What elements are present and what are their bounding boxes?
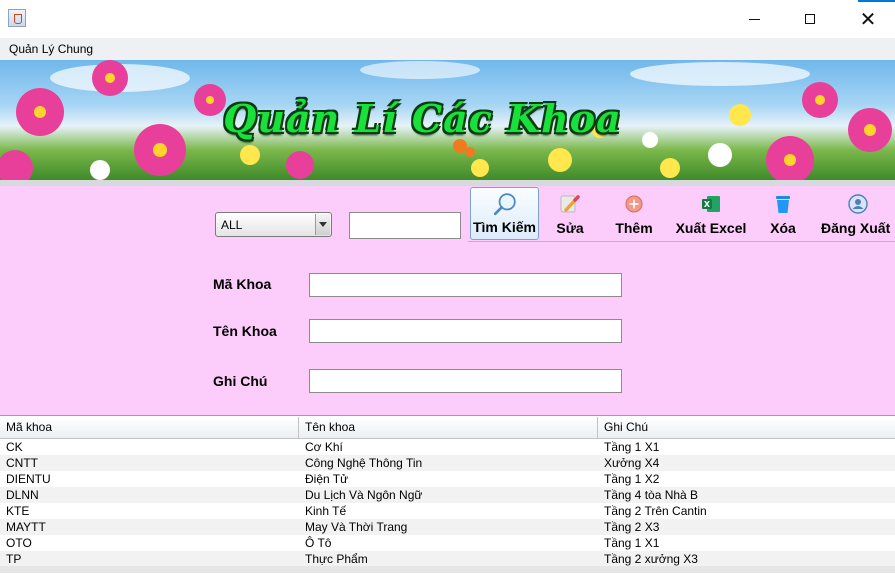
excel-icon: X	[702, 196, 720, 212]
export-excel-button[interactable]: X Xuất Excel	[671, 187, 751, 240]
note-field[interactable]	[309, 369, 622, 393]
cell-name: Cơ Khí	[305, 440, 343, 454]
cell-note: Tầng 4 tòa Nhà B	[604, 488, 699, 502]
edit-icon	[560, 195, 580, 213]
maximize-button[interactable]	[787, 0, 833, 38]
search-button[interactable]: Tìm Kiếm	[470, 187, 539, 240]
logout-button[interactable]: Đăng Xuất	[818, 187, 895, 240]
column-header-code[interactable]: Mã khoa	[0, 417, 299, 438]
minimize-button[interactable]	[731, 0, 777, 38]
cell-note: Tầng 2 Trên Cantin	[604, 504, 707, 518]
column-header-note[interactable]: Ghi Chú	[598, 417, 895, 438]
java-app-icon[interactable]	[8, 9, 26, 27]
name-field[interactable]	[309, 319, 622, 343]
cell-note: Tầng 2 X3	[604, 520, 660, 534]
cell-code: CNTT	[6, 456, 38, 470]
cell-code: DLNN	[6, 488, 39, 502]
cell-name: Điện Tử	[305, 472, 349, 486]
cell-name: Ô Tô	[305, 536, 332, 550]
table-row[interactable]: CK Cơ Khí Tầng 1 X1	[0, 439, 895, 455]
main-panel: ALL Tìm Kiếm Sửa Thêm X Xuất Excel Xóa Đ…	[0, 186, 895, 415]
close-button[interactable]: ✕	[845, 0, 891, 38]
cell-code: TP	[6, 552, 22, 566]
cell-name: Kinh Tế	[305, 504, 347, 518]
cell-code: MAYTT	[6, 520, 46, 534]
cell-code: KTE	[6, 504, 30, 518]
add-button[interactable]: Thêm	[608, 187, 660, 240]
chevron-down-icon[interactable]	[315, 214, 330, 235]
trash-icon	[776, 196, 790, 213]
table-row[interactable]: KTE Kinh Tế Tầng 2 Trên Cantin	[0, 503, 895, 519]
logout-button-label: Đăng Xuất	[821, 220, 891, 236]
column-header-name[interactable]: Tên khoa	[299, 417, 598, 438]
minimize-icon	[748, 18, 760, 20]
table-row[interactable]: OTO Ô Tô Tầng 1 X1	[0, 535, 895, 551]
edit-button[interactable]: Sửa	[546, 187, 594, 240]
cell-code: DIENTU	[6, 472, 51, 486]
cell-note: Tầng 1 X2	[604, 472, 660, 486]
menu-quan-ly-chung[interactable]: Quản Lý Chung	[9, 42, 93, 56]
cell-note: Xưởng X4	[604, 456, 660, 470]
banner-title: Quản Lí Các Khoa	[223, 96, 622, 141]
close-icon: ✕	[859, 7, 877, 31]
cell-note: Tầng 1 X1	[604, 440, 660, 454]
maximize-icon	[805, 14, 815, 24]
cell-code: OTO	[6, 536, 32, 550]
table-header: Mã khoa Tên khoa Ghi Chú	[0, 417, 895, 439]
cell-name: Du Lịch Và Ngôn Ngữ	[305, 488, 423, 502]
add-icon	[625, 195, 643, 213]
edit-button-label: Sửa	[556, 220, 584, 236]
cell-name: May Và Thời Trang	[305, 520, 408, 534]
table-row[interactable]: TP Thực Phẩm Tầng 2 xưởng X3	[0, 551, 895, 567]
svg-text:X: X	[704, 200, 711, 209]
user-icon	[848, 194, 868, 214]
menu-bar: Quản Lý Chung	[0, 38, 895, 60]
horizontal-scrollbar[interactable]	[0, 566, 895, 573]
name-label: Tên Khoa	[213, 323, 277, 339]
code-label: Mã Khoa	[213, 276, 272, 292]
export-excel-button-label: Xuất Excel	[675, 220, 747, 236]
table-row[interactable]: DIENTU Điện Tử Tầng 1 X2	[0, 471, 895, 487]
filter-dropdown-value: ALL	[221, 218, 243, 232]
delete-button[interactable]: Xóa	[763, 187, 803, 240]
table-row[interactable]: MAYTT May Và Thời Trang Tầng 2 X3	[0, 519, 895, 535]
department-table: Mã khoa Tên khoa Ghi Chú CK Cơ Khí Tầng …	[0, 415, 895, 574]
note-label: Ghi Chú	[213, 373, 268, 389]
cell-name: Thực Phẩm	[305, 552, 368, 566]
cell-note: Tầng 2 xưởng X3	[604, 552, 698, 566]
cell-note: Tầng 1 X1	[604, 536, 660, 550]
table-row[interactable]: DLNN Du Lịch Và Ngôn Ngữ Tầng 4 tòa Nhà …	[0, 487, 895, 503]
filter-dropdown[interactable]: ALL	[215, 212, 332, 237]
add-button-label: Thêm	[615, 220, 653, 236]
toolbar: Tìm Kiếm Sửa Thêm X Xuất Excel Xóa Đăng …	[468, 187, 895, 242]
code-field[interactable]	[309, 273, 622, 297]
delete-button-label: Xóa	[770, 220, 796, 236]
cell-name: Công Nghệ Thông Tin	[305, 456, 423, 470]
search-input[interactable]	[349, 212, 461, 239]
search-icon	[493, 193, 516, 216]
search-button-label: Tìm Kiếm	[472, 219, 536, 235]
cell-code: CK	[6, 440, 23, 454]
table-row[interactable]: CNTT Công Nghệ Thông Tin Xưởng X4	[0, 455, 895, 471]
banner-image: Quản Lí Các Khoa	[0, 60, 895, 180]
title-bar: ✕	[0, 0, 895, 38]
